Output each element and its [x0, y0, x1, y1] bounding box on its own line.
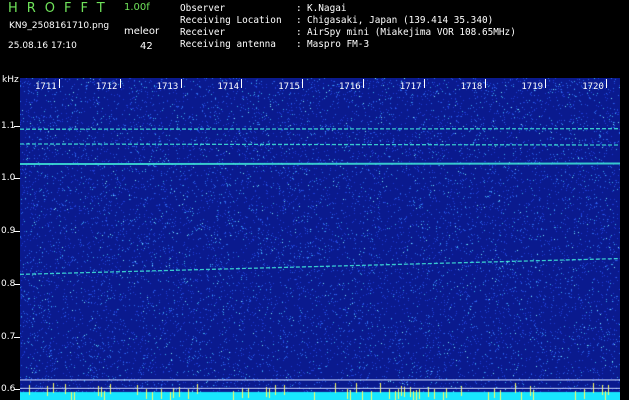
- x-tick-label: 1718: [460, 82, 483, 92]
- version-label: 1.00f: [124, 2, 150, 13]
- echo-line: [20, 143, 620, 146]
- x-tick-label: 1719: [521, 82, 544, 92]
- y-tick-mark: [14, 389, 20, 391]
- echo-line: [20, 257, 620, 276]
- meta-value: Maspro FM-3: [307, 39, 370, 50]
- x-tick-mark: [423, 79, 425, 88]
- x-tick-label: 1713: [156, 82, 179, 92]
- x-tick-label: 1711: [35, 82, 57, 92]
- echo-line: [20, 162, 620, 166]
- y-axis-unit: kHz: [2, 75, 19, 85]
- y-tick-mark: [14, 231, 20, 233]
- x-tick-label: 1714: [217, 82, 240, 92]
- meta-label: Receiver: [180, 27, 226, 38]
- meta-colon: :: [296, 15, 302, 26]
- count-label: 42: [140, 41, 153, 52]
- meta-label: Observer: [180, 3, 226, 14]
- meta-value: AirSpy mini (Miakejima VOR 108.65MHz): [307, 27, 516, 38]
- x-tick-mark: [119, 79, 121, 88]
- spectrogram-overlay: [20, 128, 620, 390]
- y-tick-mark: [14, 178, 20, 180]
- x-tick-mark: [484, 79, 486, 88]
- header-panel: HROFFT 1.00f KN9_2508161710.png meleor 2…: [0, 0, 629, 78]
- x-tick-label: 1712: [95, 82, 118, 92]
- x-tick-mark: [606, 79, 608, 88]
- x-tick-mark: [302, 79, 304, 88]
- filename-label: KN9_2508161710.png: [9, 21, 110, 31]
- x-tick-mark: [363, 79, 364, 88]
- datetime-label: 25.08.16 17:10: [8, 41, 77, 51]
- x-tick-mark: [59, 79, 60, 88]
- spectrogram-plot: [20, 78, 620, 400]
- mode-label: meleor: [124, 26, 160, 37]
- meta-colon: :: [296, 27, 302, 38]
- meta-value: K.Nagai: [307, 3, 347, 14]
- y-tick-mark: [14, 283, 20, 285]
- meta-colon: :: [296, 3, 302, 14]
- app-name: HROFFT: [8, 1, 114, 16]
- echo-line: [20, 128, 620, 130]
- x-tick-label: 1715: [278, 82, 300, 92]
- y-tick-mark: [14, 336, 20, 338]
- x-tick-label: 1716: [339, 82, 361, 92]
- x-tick-mark: [241, 79, 243, 88]
- y-tick-mark: [14, 125, 20, 127]
- x-tick-mark: [180, 79, 182, 88]
- meta-value: Chigasaki, Japan (139.414 35.340): [307, 15, 494, 26]
- meta-label: Receiving Location: [180, 15, 282, 26]
- x-tick-label: 1720: [582, 82, 604, 92]
- x-tick-label: 1717: [399, 82, 422, 92]
- meta-colon: :: [296, 39, 302, 50]
- meta-label: Receiving antenna: [180, 39, 276, 50]
- x-tick-mark: [545, 79, 547, 88]
